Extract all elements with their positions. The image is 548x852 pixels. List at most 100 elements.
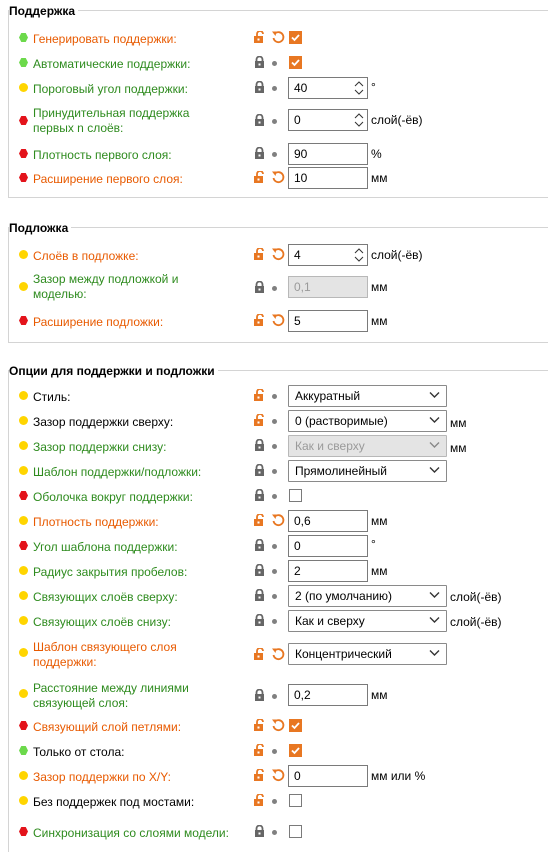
- top-interface-select[interactable]: 2 (по умолчанию): [288, 585, 447, 607]
- mode-expert-icon: [19, 173, 28, 182]
- mode-advanced-icon: [19, 466, 28, 475]
- lock-icon[interactable]: [253, 489, 266, 501]
- lock-icon[interactable]: [253, 539, 266, 551]
- unlock-icon[interactable]: [253, 744, 266, 756]
- lock-icon[interactable]: [253, 56, 266, 68]
- row-first-layer-density: Плотность первого слоя: 90 %: [0, 142, 548, 166]
- system-value-dot-icon: [272, 152, 277, 157]
- raft-expansion-input[interactable]: 5: [288, 310, 368, 332]
- generate-support-checkbox[interactable]: [289, 31, 302, 44]
- bottom-gap-select[interactable]: Как и сверху: [288, 435, 447, 457]
- density-input[interactable]: 0,6: [288, 510, 368, 532]
- system-value-dot-icon: [272, 830, 277, 835]
- lock-icon[interactable]: [253, 825, 266, 837]
- mode-expert-icon: [19, 721, 28, 730]
- mode-expert-icon: [19, 491, 28, 500]
- undo-icon[interactable]: [271, 247, 285, 261]
- interface-pattern-value: Концентрический: [295, 647, 392, 661]
- undo-icon[interactable]: [271, 170, 285, 184]
- raft-layers-spin-input[interactable]: 4: [288, 244, 368, 266]
- first-expansion-input[interactable]: 10: [288, 167, 368, 189]
- lock-icon[interactable]: [253, 564, 266, 576]
- unlock-icon[interactable]: [253, 414, 266, 426]
- mode-advanced-icon: [19, 282, 28, 291]
- lock-icon[interactable]: [253, 281, 266, 293]
- raft-gap-input[interactable]: 0,1: [288, 276, 368, 298]
- spin-arrows-icon[interactable]: [351, 110, 367, 130]
- spin-arrows-icon[interactable]: [351, 245, 367, 265]
- lock-icon[interactable]: [253, 114, 266, 126]
- system-value-dot-icon: [272, 419, 277, 424]
- raft-layers-value: 4: [294, 248, 301, 262]
- style-label: Стиль:: [33, 390, 71, 404]
- top-gap-select[interactable]: 0 (растворимые): [288, 410, 447, 432]
- unlock-icon[interactable]: [253, 31, 266, 43]
- system-value-dot-icon: [272, 119, 277, 124]
- lock-icon[interactable]: [253, 439, 266, 451]
- mode-expert-icon: [19, 116, 28, 125]
- dont-bridge-checkbox[interactable]: [289, 794, 302, 807]
- undo-icon[interactable]: [271, 718, 285, 732]
- system-value-dot-icon: [272, 749, 277, 754]
- sync-layers-checkbox[interactable]: [289, 825, 302, 838]
- unlock-icon[interactable]: [253, 769, 266, 781]
- raft-gap-label-line1: Зазор между подложкой и: [33, 272, 179, 286]
- interface-loops-checkbox[interactable]: [289, 719, 302, 732]
- lock-icon[interactable]: [253, 589, 266, 601]
- undo-icon[interactable]: [271, 513, 285, 527]
- bottom-interface-select[interactable]: Как и сверху: [288, 610, 447, 632]
- undo-icon[interactable]: [271, 768, 285, 782]
- mode-advanced-icon: [19, 648, 28, 657]
- row-buildplate-only: Только от стола:: [0, 739, 548, 763]
- pattern-select[interactable]: Прямолинейный: [288, 460, 447, 482]
- top-interface-value: 2 (по умолчанию): [295, 589, 393, 603]
- threshold-spin-input[interactable]: 40: [288, 77, 368, 99]
- mode-advanced-icon: [19, 516, 28, 525]
- mode-advanced-icon: [19, 616, 28, 625]
- buildplate-only-checkbox[interactable]: [289, 744, 302, 757]
- unlock-icon[interactable]: [253, 719, 266, 731]
- row-interface-pattern: Шаблон связующего слоя поддержки: Концен…: [0, 638, 548, 669]
- lock-icon[interactable]: [253, 147, 266, 159]
- top-interface-unit: слой(-ёв): [450, 590, 502, 604]
- undo-icon[interactable]: [271, 30, 285, 44]
- lock-icon[interactable]: [253, 689, 266, 701]
- mode-expert-icon: [19, 149, 28, 158]
- pattern-angle-input[interactable]: 0: [288, 535, 368, 557]
- pattern-label: Шаблон поддержки/подложки:: [33, 465, 202, 479]
- closing-radius-input[interactable]: 2: [288, 560, 368, 582]
- unlock-icon[interactable]: [253, 514, 266, 526]
- unlock-icon[interactable]: [253, 314, 266, 326]
- xy-gap-input[interactable]: 0: [288, 765, 368, 787]
- lock-icon[interactable]: [253, 614, 266, 626]
- unlock-icon[interactable]: [253, 648, 266, 660]
- unlock-icon[interactable]: [253, 248, 266, 260]
- raft-expansion-label: Расширение подложки:: [33, 315, 164, 329]
- bottom-interface-unit: слой(-ёв): [450, 615, 502, 629]
- system-value-dot-icon: [272, 594, 277, 599]
- row-pattern-angle: Угол шаблона поддержки: 0 °: [0, 534, 548, 558]
- with-sheath-checkbox[interactable]: [289, 489, 302, 502]
- first-density-input[interactable]: 90: [288, 143, 368, 165]
- closing-radius-label: Радиус закрытия пробелов:: [33, 565, 188, 579]
- auto-support-label: Автоматические поддержки:: [33, 57, 191, 71]
- undo-icon[interactable]: [271, 313, 285, 327]
- enforce-spin-input[interactable]: 0: [288, 109, 368, 131]
- lock-icon[interactable]: [253, 464, 266, 476]
- interface-spacing-input[interactable]: 0,2: [288, 684, 368, 706]
- unlock-icon[interactable]: [253, 171, 266, 183]
- system-value-dot-icon: [272, 799, 277, 804]
- lock-icon[interactable]: [253, 81, 266, 93]
- mode-advanced-icon: [19, 591, 28, 600]
- system-value-dot-icon: [272, 286, 277, 291]
- interface-spacing-label-line1: Расстояние между линиями: [33, 681, 189, 695]
- threshold-unit: °: [371, 80, 376, 94]
- system-value-dot-icon: [272, 619, 277, 624]
- style-select[interactable]: Аккуратный: [288, 385, 447, 407]
- spin-arrows-icon[interactable]: [351, 78, 367, 98]
- unlock-icon[interactable]: [253, 794, 266, 806]
- unlock-icon[interactable]: [253, 389, 266, 401]
- interface-pattern-select[interactable]: Концентрический: [288, 643, 447, 665]
- undo-icon[interactable]: [271, 647, 285, 661]
- auto-support-checkbox[interactable]: [289, 56, 302, 69]
